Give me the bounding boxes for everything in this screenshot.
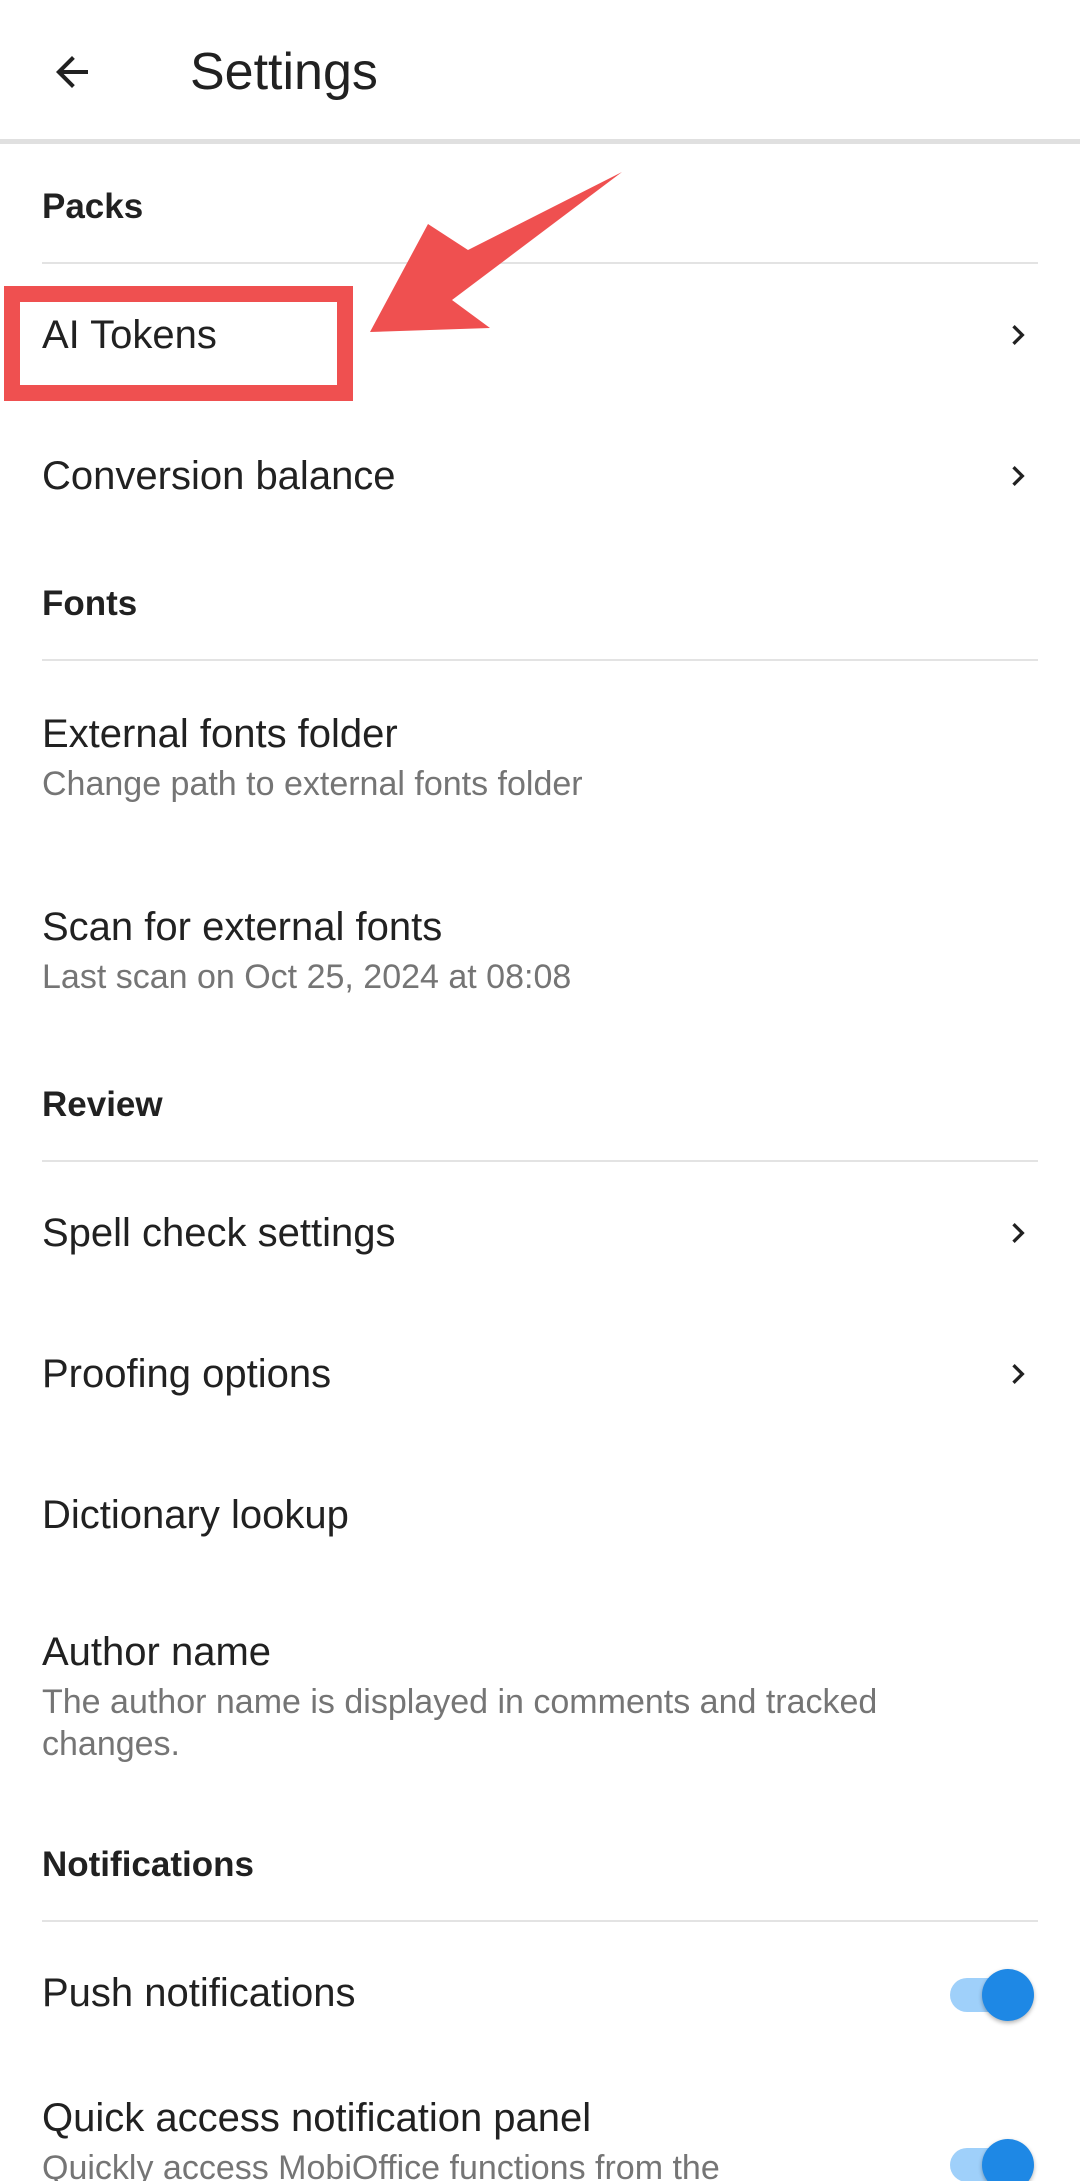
row-subtitle: Quickly access MobiOffice functions from… <box>42 2149 720 2181</box>
row-subtitle: Last scan on Oct 25, 2024 at 08:08 <box>42 958 572 997</box>
quick-access-toggle[interactable] <box>946 2133 1038 2181</box>
row-title: Scan for external fonts <box>42 905 443 950</box>
chevron-right-icon <box>998 1354 1038 1394</box>
row-title: Push notifications <box>42 1970 356 2015</box>
row-title: Conversion balance <box>42 453 396 498</box>
row-subtitle: Change path to external fonts folder <box>42 765 583 804</box>
page-title: Settings <box>190 43 378 101</box>
row-proofing-options[interactable]: Proofing options <box>0 1303 1080 1444</box>
row-push-notifications[interactable]: Push notifications <box>0 1922 1080 2063</box>
annotation-arrow-icon <box>370 172 622 332</box>
chevron-right-icon <box>998 1213 1038 1253</box>
row-quick-access-panel[interactable]: Quick access notification panel Quickly … <box>0 2063 1080 2181</box>
row-spell-check-settings[interactable]: Spell check settings <box>0 1162 1080 1303</box>
section-title: Fonts <box>42 583 138 623</box>
row-subtitle: The author name is displayed in comments… <box>42 1682 878 1764</box>
arrow-left-icon <box>56 56 88 88</box>
row-external-fonts-folder[interactable]: External fonts folder Change path to ext… <box>0 661 1080 854</box>
row-scan-external-fonts[interactable]: Scan for external fonts Last scan on Oct… <box>0 854 1080 1047</box>
chevron-right-icon <box>998 456 1038 496</box>
row-title: Dictionary lookup <box>42 1492 349 1537</box>
row-dictionary-lookup[interactable]: Dictionary lookup <box>0 1444 1080 1585</box>
section-header-fonts: Fonts <box>0 546 1080 661</box>
push-notifications-toggle[interactable] <box>946 1963 1038 2023</box>
section-title: Review <box>42 1084 163 1124</box>
app-bar: Settings <box>0 0 1080 144</box>
toggle-thumb <box>982 2139 1034 2181</box>
toggle-thumb <box>982 1968 1034 2021</box>
row-title: Spell check settings <box>42 1210 396 1255</box>
settings-list[interactable]: Packs AI Tokens Conversion balance Fonts… <box>0 149 1080 2181</box>
section-header-notifications: Notifications <box>0 1807 1080 1922</box>
back-button[interactable] <box>30 30 114 114</box>
row-author-name[interactable]: Author name The author name is displayed… <box>0 1585 1080 1807</box>
row-title: Author name <box>42 1629 272 1674</box>
row-title: External fonts folder <box>42 712 398 757</box>
row-title: Quick access notification panel <box>42 2096 592 2140</box>
settings-screen: Settings Packs AI Tokens Conversion bala… <box>0 0 1080 2181</box>
section-header-review: Review <box>0 1047 1080 1162</box>
row-title: Proofing options <box>42 1351 332 1396</box>
section-title: Packs <box>42 186 144 226</box>
annotation-highlight-box <box>4 286 353 401</box>
section-title: Notifications <box>42 1844 254 1884</box>
row-conversion-balance[interactable]: Conversion balance <box>0 405 1080 546</box>
chevron-right-icon <box>998 315 1038 355</box>
